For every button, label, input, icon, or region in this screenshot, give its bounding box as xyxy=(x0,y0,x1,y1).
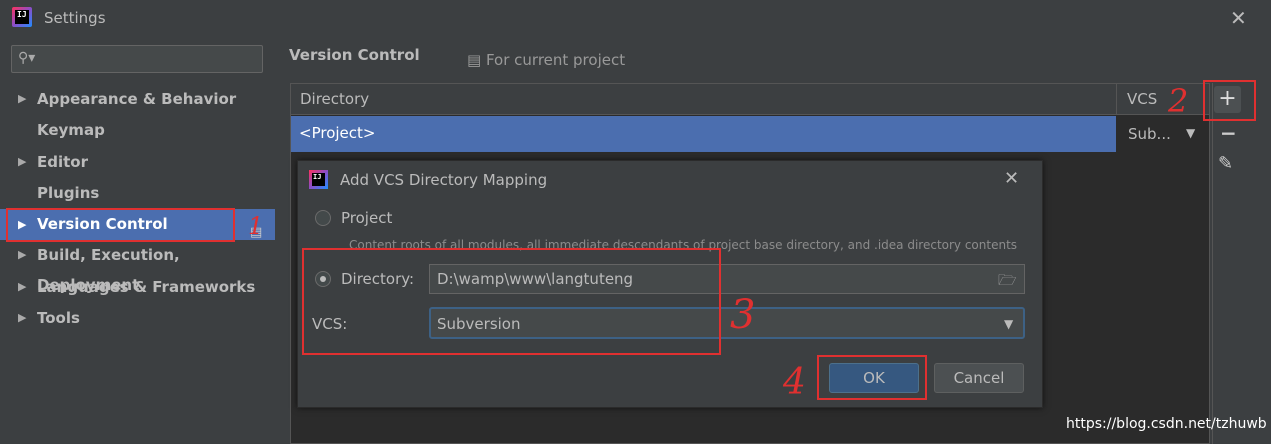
sidebar-item-appearance[interactable]: ▶ Appearance & Behavior xyxy=(0,84,275,114)
column-divider[interactable] xyxy=(1116,84,1117,114)
annotation-box-ok xyxy=(817,355,927,400)
remove-mapping-button[interactable]: − xyxy=(1220,121,1237,145)
scope-label: ▤ For current project xyxy=(467,51,626,69)
sidebar-item-keymap[interactable]: Keymap xyxy=(0,115,275,145)
expand-arrow-icon[interactable]: ▶ xyxy=(18,147,26,177)
sidebar-item-label: Editor xyxy=(37,153,88,171)
app-logo-icon: IJ xyxy=(12,7,32,27)
project-radio[interactable] xyxy=(315,210,331,226)
table-row[interactable] xyxy=(291,116,1116,152)
sidebar-item-label: Appearance & Behavior xyxy=(37,90,237,108)
expand-arrow-icon[interactable]: ▶ xyxy=(18,303,26,333)
watermark: https://blog.csdn.net/tzhuwb xyxy=(1066,416,1267,432)
cancel-button[interactable]: Cancel xyxy=(934,363,1024,393)
dialog-title: Add VCS Directory Mapping xyxy=(340,171,548,189)
annotation-box-form xyxy=(302,248,721,355)
close-icon[interactable]: ✕ xyxy=(1230,6,1247,30)
sidebar-item-languages[interactable]: ▶ Languages & Frameworks xyxy=(0,272,275,302)
chevron-down-icon[interactable]: ▼ xyxy=(1186,126,1195,140)
sidebar-item-tools[interactable]: ▶ Tools xyxy=(0,303,275,333)
annotation-box-version-control xyxy=(6,208,235,242)
page-title: Version Control xyxy=(289,46,420,64)
column-header-directory[interactable]: Directory xyxy=(300,90,369,108)
table-cell-vcs: Sub... xyxy=(1128,125,1171,143)
expand-arrow-icon[interactable]: ▶ xyxy=(18,84,26,114)
project-radio-label[interactable]: Project xyxy=(341,209,392,227)
search-input[interactable]: ⚲▾ xyxy=(11,45,263,73)
expand-arrow-icon[interactable]: ▶ xyxy=(18,272,26,302)
edit-icon[interactable]: ✎ xyxy=(1218,153,1233,174)
table-cell-directory: <Project> xyxy=(299,124,376,142)
sidebar-item-label: Languages & Frameworks xyxy=(37,278,256,296)
close-icon[interactable]: ✕ xyxy=(1004,168,1019,189)
annotation-number-2: 2 xyxy=(1168,82,1189,120)
annotation-number-1: 1 xyxy=(248,212,264,240)
expand-arrow-icon[interactable]: ▶ xyxy=(18,240,26,270)
sidebar-item-editor[interactable]: ▶ Editor xyxy=(0,147,275,177)
sidebar-item-plugins[interactable]: Plugins xyxy=(0,178,275,208)
window-title: Settings xyxy=(44,9,106,27)
sidebar-item-label: Keymap xyxy=(37,121,105,139)
annotation-number-3: 3 xyxy=(730,292,756,338)
sidebar-item-label: Tools xyxy=(37,309,80,327)
sidebar-item-label: Plugins xyxy=(37,184,100,202)
app-logo-text: IJ xyxy=(17,10,27,19)
table-header xyxy=(290,83,1210,115)
annotation-box-add xyxy=(1203,80,1256,121)
sidebar-item-build[interactable]: ▶ Build, Execution, Deployment xyxy=(0,240,275,294)
annotation-number-4: 4 xyxy=(783,362,806,403)
scope-text: For current project xyxy=(485,51,626,69)
dialog-logo-icon: IJ xyxy=(309,170,328,189)
chevron-down-icon[interactable]: ▼ xyxy=(1004,317,1013,331)
search-icon: ⚲▾ xyxy=(18,50,36,66)
column-header-vcs[interactable]: VCS xyxy=(1127,90,1157,108)
folder-icon[interactable]: 🗁 xyxy=(998,270,1017,295)
dialog-logo-text: IJ xyxy=(313,173,322,181)
title-bar xyxy=(0,0,1271,36)
